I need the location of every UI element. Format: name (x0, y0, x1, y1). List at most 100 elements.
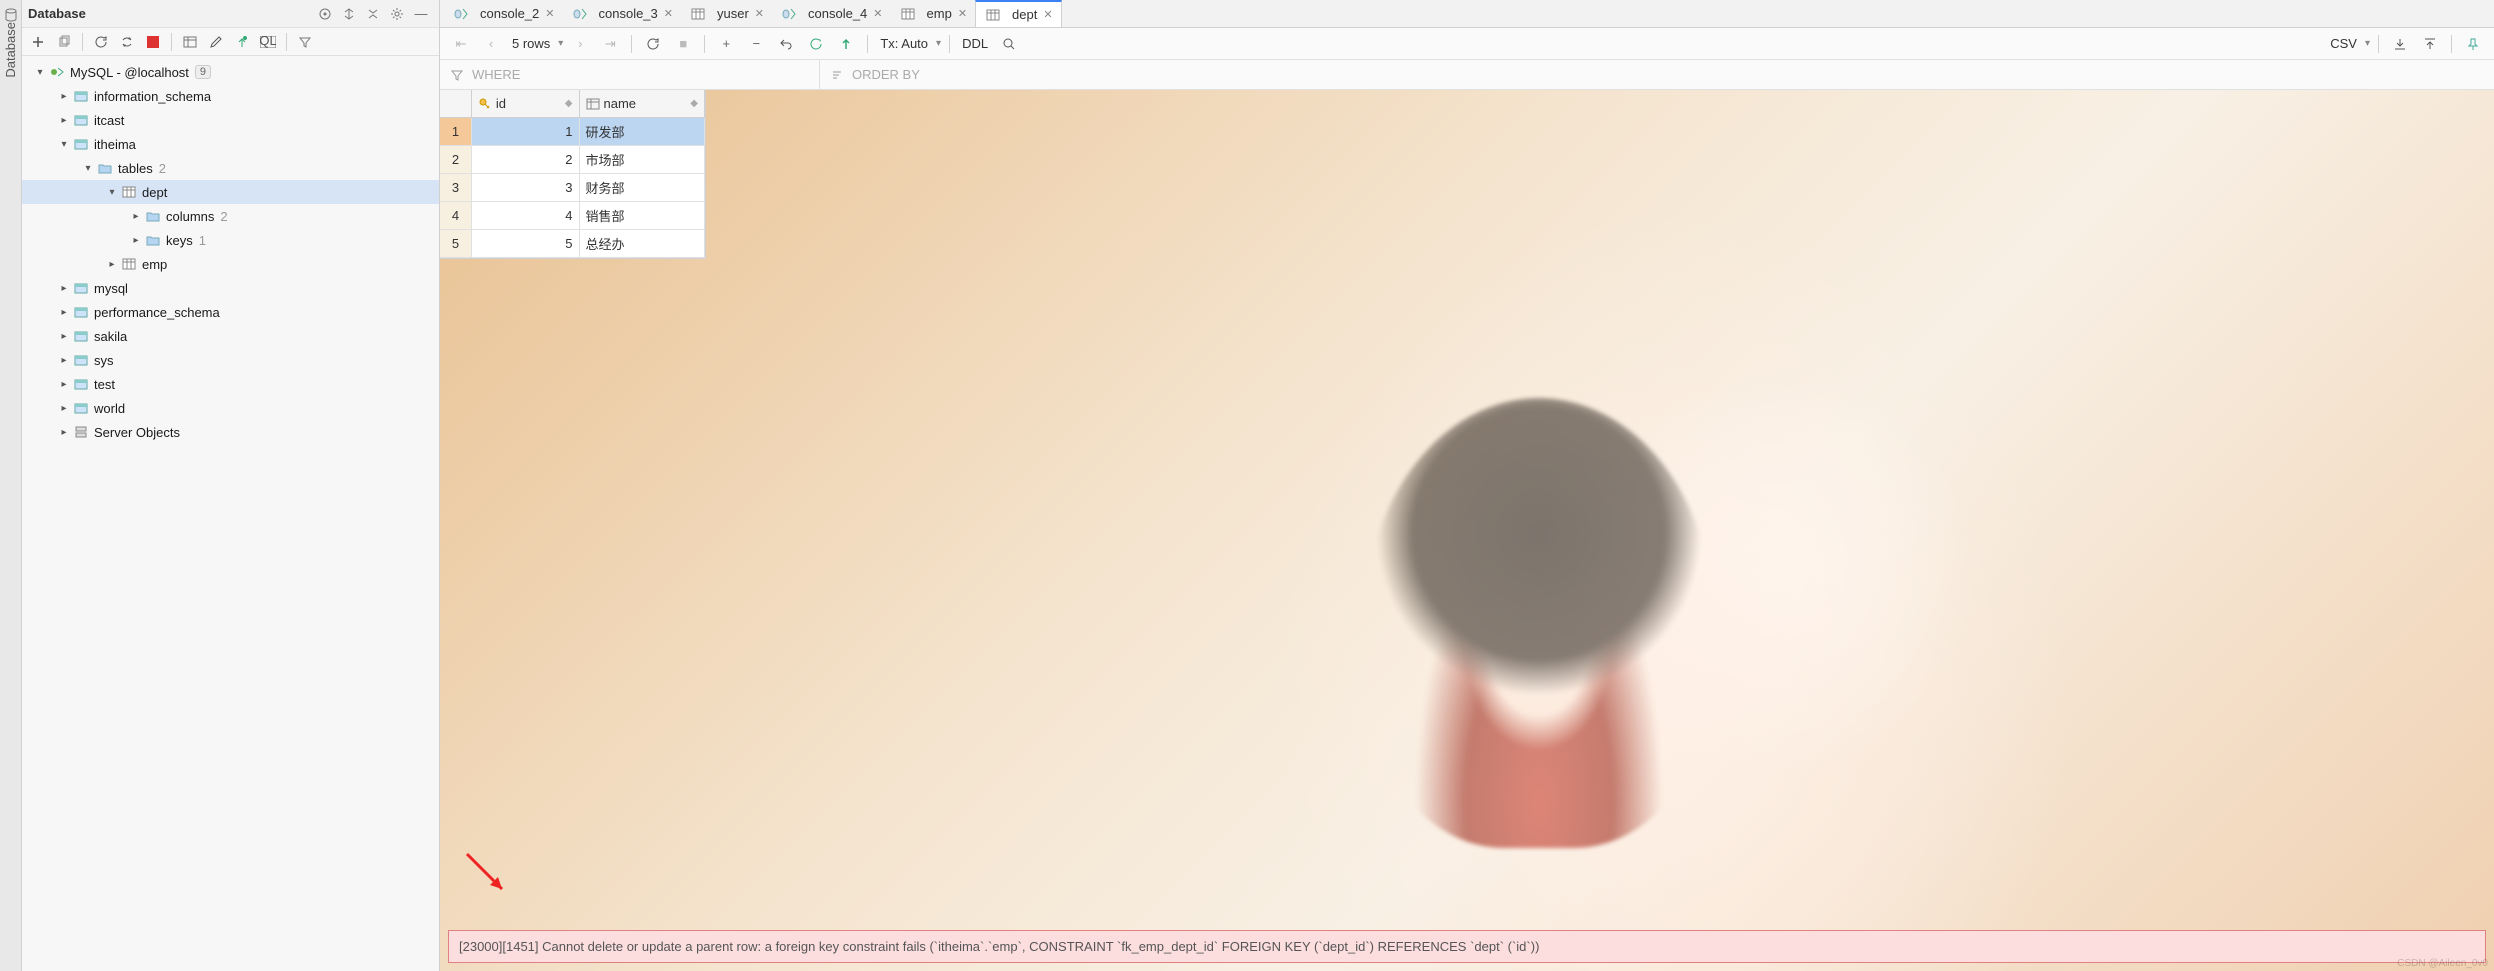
stop-icon[interactable] (141, 30, 165, 54)
tab-console_3[interactable]: console_3 ✕ (563, 0, 682, 27)
tree-node-connection[interactable]: ▾ MySQL - @localhost 9 (22, 60, 439, 84)
copy-icon[interactable] (52, 30, 76, 54)
separator (867, 35, 868, 53)
filter-icon[interactable] (293, 30, 317, 54)
tab-emp[interactable]: emp ✕ (891, 0, 976, 27)
row-number[interactable]: 4 (440, 202, 472, 230)
export-csv[interactable]: CSV (2326, 36, 2361, 51)
table-row[interactable]: 11研发部 (440, 118, 705, 146)
close-icon[interactable]: ✕ (545, 7, 554, 20)
tab-yuser[interactable]: yuser✕ (681, 0, 772, 27)
close-icon[interactable]: ✕ (664, 7, 673, 20)
tree-node-schema[interactable]: ▸performance_schema (22, 300, 439, 324)
cell-name[interactable]: 研发部 (580, 118, 706, 146)
tree-node-schema[interactable]: ▸test (22, 372, 439, 396)
folder-icon (96, 159, 114, 177)
next-page-icon[interactable]: › (567, 31, 593, 57)
download-icon[interactable] (2387, 31, 2413, 57)
add-row-icon[interactable]: + (713, 31, 739, 57)
node-label: itcast (94, 113, 124, 128)
revert-icon[interactable] (773, 31, 799, 57)
sql-icon[interactable]: QL (256, 30, 280, 54)
tab-dept[interactable]: dept✕ (975, 0, 1062, 27)
tab-console_4[interactable]: console_4✕ (772, 0, 891, 27)
orderby-filter[interactable]: ORDER BY (820, 60, 930, 89)
table-row[interactable]: 55总经办 (440, 230, 705, 258)
table-row[interactable]: 44销售部 (440, 202, 705, 230)
row-count[interactable]: 5 rows (508, 36, 554, 51)
close-icon[interactable]: ✕ (958, 7, 967, 20)
tree-node-schema[interactable]: ▸mysql (22, 276, 439, 300)
target-icon[interactable] (313, 2, 337, 26)
row-number[interactable]: 5 (440, 230, 472, 258)
row-number[interactable]: 1 (440, 118, 472, 146)
cell-id[interactable]: 4 (472, 202, 580, 230)
close-icon[interactable]: ✕ (873, 7, 882, 20)
chevron-right-icon: ▸ (128, 211, 144, 222)
stop-icon[interactable]: ■ (670, 31, 696, 57)
cell-name[interactable]: 市场部 (580, 146, 706, 174)
upload-icon[interactable] (2417, 31, 2443, 57)
reload-icon[interactable] (640, 31, 666, 57)
first-page-icon[interactable]: ⇤ (448, 31, 474, 57)
tree-node-folder[interactable]: ▾tables2 (22, 156, 439, 180)
tree-node-schema[interactable]: ▸sys (22, 348, 439, 372)
schema-icon (72, 87, 90, 105)
minimize-icon[interactable]: — (409, 2, 433, 26)
tree-node-schema[interactable]: ▸itcast (22, 108, 439, 132)
tree-node-schema[interactable]: ▸sakila (22, 324, 439, 348)
row-number[interactable]: 2 (440, 146, 472, 174)
chevron-right-icon: ▸ (128, 235, 144, 246)
last-page-icon[interactable]: ⇥ (597, 31, 623, 57)
row-number[interactable]: 3 (440, 174, 472, 202)
table-icon[interactable] (178, 30, 202, 54)
tree-node-table-emp[interactable]: ▸emp (22, 252, 439, 276)
table-row[interactable]: 22市场部 (440, 146, 705, 174)
cell-name[interactable]: 总经办 (580, 230, 706, 258)
close-icon[interactable]: ✕ (755, 7, 764, 20)
cell-id[interactable]: 2 (472, 146, 580, 174)
row-number-header[interactable] (440, 90, 472, 117)
cell-id[interactable]: 3 (472, 174, 580, 202)
close-icon[interactable]: ✕ (1043, 8, 1052, 21)
cell-id[interactable]: 1 (472, 118, 580, 146)
column-header-name[interactable]: name◆ (580, 90, 706, 117)
table-icon (984, 6, 1002, 24)
edit-icon[interactable] (204, 30, 228, 54)
tree-node-folder[interactable]: ▸columns2 (22, 204, 439, 228)
ddl-button[interactable]: DDL (958, 36, 992, 51)
pin-icon[interactable] (2460, 31, 2486, 57)
remove-row-icon[interactable]: − (743, 31, 769, 57)
jump-icon[interactable] (230, 30, 254, 54)
gear-icon[interactable] (385, 2, 409, 26)
tx-mode[interactable]: Tx: Auto (876, 36, 932, 51)
table-row[interactable]: 33财务部 (440, 174, 705, 202)
tab-console_2[interactable]: console_2✕ (444, 0, 563, 27)
submit-icon[interactable] (833, 31, 859, 57)
tree-node-schema[interactable]: ▾itheima (22, 132, 439, 156)
where-filter[interactable]: WHERE (440, 60, 820, 89)
cell-id[interactable]: 5 (472, 230, 580, 258)
commit-icon[interactable] (803, 31, 829, 57)
search-icon[interactable] (996, 31, 1022, 57)
tree-node-schema[interactable]: ▸information_schema (22, 84, 439, 108)
sync-icon[interactable] (115, 30, 139, 54)
cell-name[interactable]: 销售部 (580, 202, 706, 230)
add-icon[interactable] (26, 30, 50, 54)
schema-icon (72, 111, 90, 129)
tab-label: console_3 (599, 6, 658, 21)
column-header-id[interactable]: id◆ (472, 90, 580, 117)
prev-page-icon[interactable]: ‹ (478, 31, 504, 57)
cell-name[interactable]: 财务部 (580, 174, 706, 202)
schema-icon (72, 303, 90, 321)
tree-node-server-objects[interactable]: ▸Server Objects (22, 420, 439, 444)
refresh-icon[interactable] (89, 30, 113, 54)
sidebar-header: Database — (22, 0, 439, 28)
tree-node-folder[interactable]: ▸keys1 (22, 228, 439, 252)
collapse-icon[interactable] (361, 2, 385, 26)
tab-label: emp (927, 6, 952, 21)
expand-icon[interactable] (337, 2, 361, 26)
tree-node-table-dept[interactable]: ▾dept (22, 180, 439, 204)
tree-node-schema[interactable]: ▸world (22, 396, 439, 420)
tool-window-rail[interactable]: Database (0, 0, 22, 971)
